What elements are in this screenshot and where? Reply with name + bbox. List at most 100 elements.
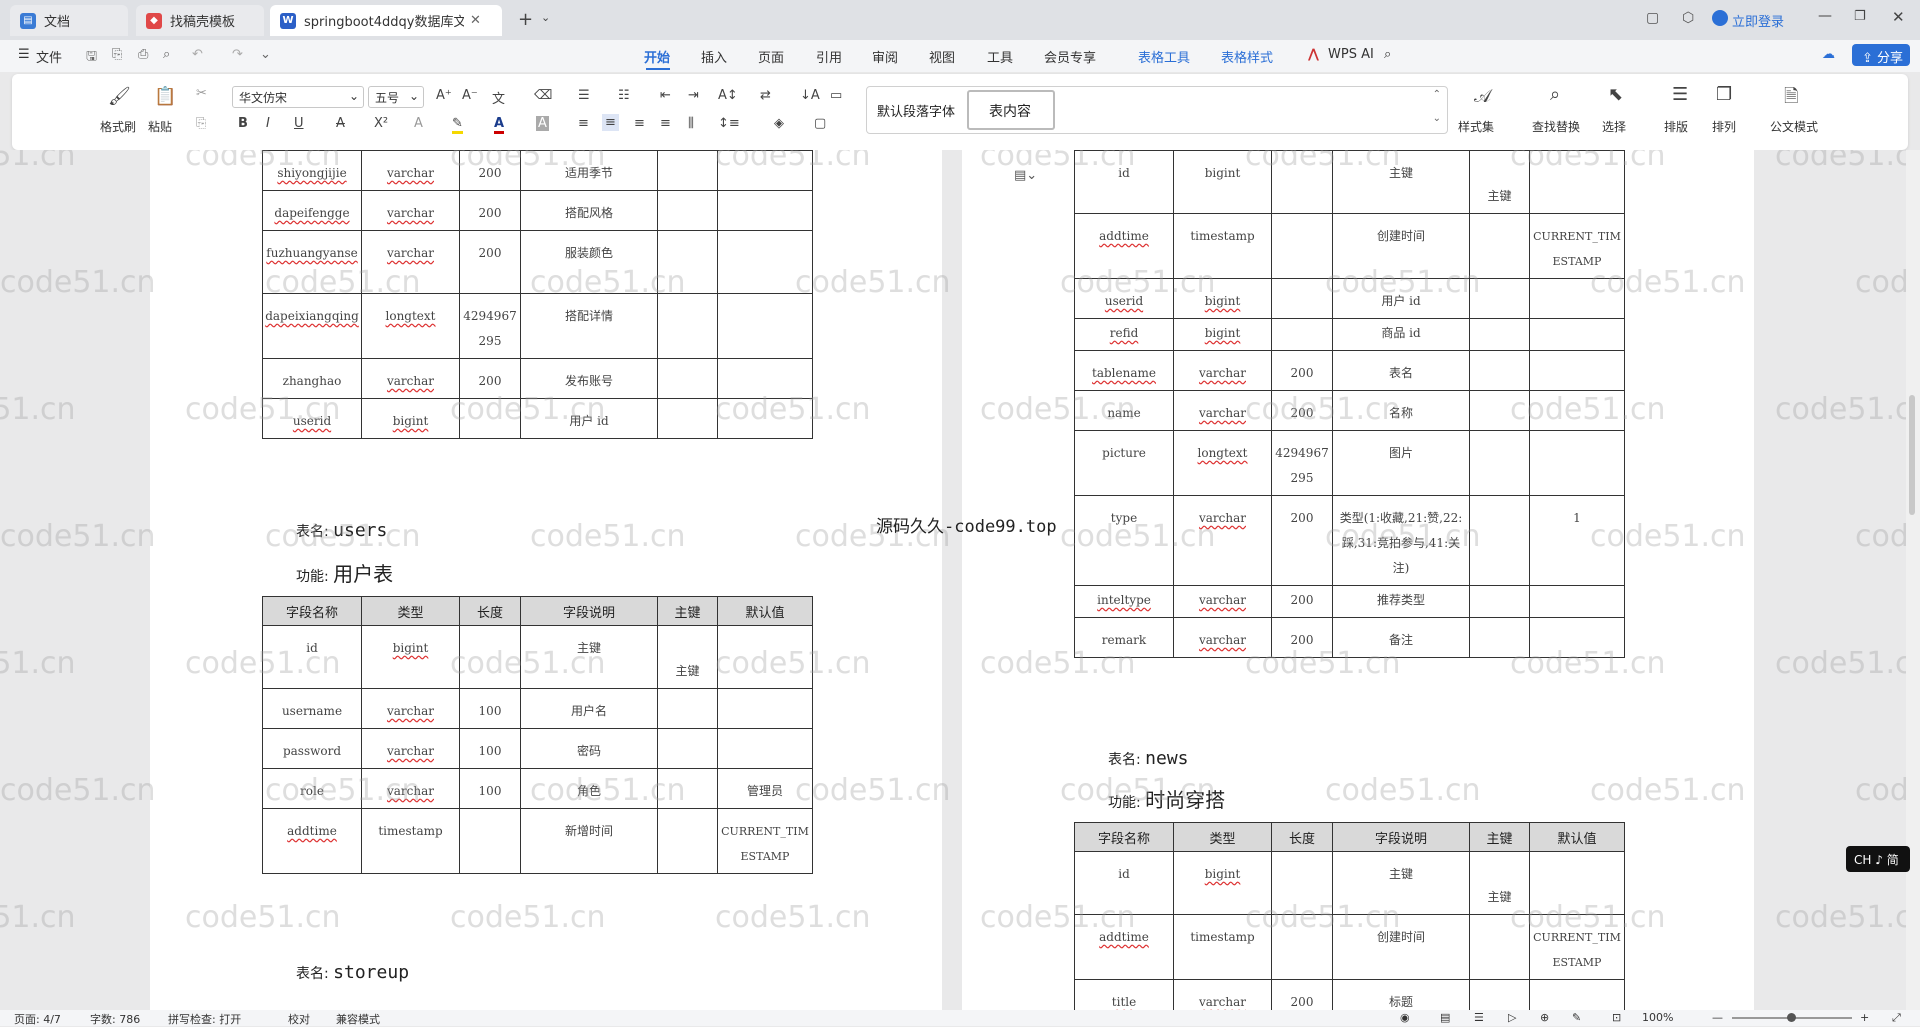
- zoom-slider-handle[interactable]: [1787, 1013, 1796, 1022]
- cell[interactable]: [1529, 318, 1625, 351]
- zoom-level[interactable]: 100%: [1642, 1011, 1673, 1024]
- cell[interactable]: addtime: [1074, 213, 1174, 279]
- find-replace-button[interactable]: 查找替换: [1532, 118, 1580, 135]
- cell[interactable]: [1529, 350, 1625, 391]
- avatar[interactable]: [1712, 10, 1728, 26]
- cell[interactable]: [1469, 585, 1530, 618]
- cell[interactable]: 密码: [520, 728, 658, 769]
- cell[interactable]: 200: [1271, 617, 1333, 658]
- align-center-icon[interactable]: ≡: [602, 114, 619, 131]
- new-tab-icon[interactable]: +: [518, 9, 533, 30]
- cell[interactable]: CURRENT_TIMESTAMP: [1529, 213, 1625, 279]
- expand-icon[interactable]: ⌄: [1433, 113, 1441, 124]
- cut-icon[interactable]: ✂: [196, 86, 207, 101]
- cell[interactable]: [657, 293, 718, 359]
- pen-icon[interactable]: ✎: [1572, 1011, 1581, 1024]
- cell[interactable]: [657, 808, 718, 874]
- cell[interactable]: 主键: [657, 625, 718, 689]
- print-preview-icon[interactable]: ⌕: [163, 47, 170, 62]
- cell[interactable]: dapeixiangqing: [262, 293, 362, 359]
- layout-button[interactable]: 排版: [1664, 118, 1688, 135]
- cell[interactable]: [1469, 430, 1530, 496]
- tab-active-document[interactable]: W springboot4ddqy数据库文 ✕: [270, 5, 502, 36]
- scroll-up-icon[interactable]: ⌃: [1433, 89, 1441, 100]
- cell[interactable]: bigint: [361, 625, 460, 689]
- cell[interactable]: id: [1074, 150, 1174, 214]
- cell[interactable]: varchar: [361, 230, 460, 294]
- tab-table-tools[interactable]: 表格工具: [1138, 47, 1190, 66]
- cell[interactable]: 200: [1271, 979, 1333, 1010]
- cell[interactable]: varchar: [1173, 350, 1272, 391]
- decrease-font-icon[interactable]: A⁻: [462, 88, 478, 103]
- cell[interactable]: 类型(1:收藏,21:赞,22:踩,31:竞拍参与,41:关注): [1332, 495, 1470, 586]
- superscript-icon[interactable]: X²: [374, 116, 388, 131]
- chevron-down-icon[interactable]: ⌄: [541, 11, 550, 24]
- cell[interactable]: 主键: [520, 625, 658, 689]
- cell[interactable]: [1469, 390, 1530, 431]
- style-gallery[interactable]: 默认段落字体 表内容 ⌃ ⌄: [866, 86, 1448, 134]
- cell[interactable]: [717, 293, 813, 359]
- official-doc-icon[interactable]: 🗎: [1784, 84, 1798, 114]
- cell[interactable]: password: [262, 728, 362, 769]
- show-marks-icon[interactable]: ▭: [830, 88, 842, 103]
- char-shading-icon[interactable]: A: [536, 116, 549, 131]
- italic-icon[interactable]: I: [266, 116, 270, 131]
- cell[interactable]: [1529, 851, 1625, 915]
- sort-icon[interactable]: ↓A: [800, 88, 820, 103]
- cell[interactable]: 创建时间: [1332, 914, 1470, 980]
- cell[interactable]: bigint: [1173, 278, 1272, 319]
- tab-home[interactable]: 开始: [644, 47, 670, 66]
- cell[interactable]: bigint: [361, 398, 460, 439]
- cell[interactable]: [459, 808, 521, 874]
- cell[interactable]: [717, 398, 813, 439]
- cell[interactable]: 4294967295: [1271, 430, 1333, 496]
- text-direction-icon[interactable]: A↕: [718, 88, 738, 103]
- cell[interactable]: addtime: [262, 808, 362, 874]
- justify-icon[interactable]: ≡: [660, 116, 671, 131]
- cell[interactable]: 用户名: [520, 688, 658, 729]
- cube-icon[interactable]: ⬡: [1682, 10, 1694, 26]
- cell[interactable]: [657, 358, 718, 399]
- cell[interactable]: [1469, 495, 1530, 586]
- cell[interactable]: varchar: [361, 358, 460, 399]
- cell[interactable]: varchar: [1173, 390, 1272, 431]
- vertical-scrollbar[interactable]: [1906, 150, 1920, 1010]
- tab-tools[interactable]: 工具: [987, 47, 1013, 66]
- cell[interactable]: 200: [459, 358, 521, 399]
- line-spacing-icon[interactable]: ↕≡: [718, 116, 740, 131]
- hamburger-icon[interactable]: ☰: [18, 47, 30, 62]
- cell[interactable]: varchar: [1173, 617, 1272, 658]
- tab-template[interactable]: ◆ 找稿壳模板: [136, 5, 264, 36]
- select-cursor-icon[interactable]: ⬉: [1608, 84, 1623, 105]
- cell[interactable]: timestamp: [361, 808, 460, 874]
- restore-icon[interactable]: ❐: [1854, 9, 1866, 24]
- highlight-icon[interactable]: ✎: [452, 116, 463, 134]
- cell[interactable]: [1469, 617, 1530, 658]
- cell[interactable]: 200: [459, 190, 521, 231]
- export-icon[interactable]: ⎘: [112, 47, 122, 62]
- cell[interactable]: inteltype: [1074, 585, 1174, 618]
- cell[interactable]: 搭配风格: [520, 190, 658, 231]
- cell[interactable]: [717, 688, 813, 729]
- cell[interactable]: [657, 768, 718, 809]
- phonetic-icon[interactable]: 文: [492, 88, 505, 107]
- style-table-content[interactable]: 表内容: [967, 90, 1055, 130]
- ime-indicator[interactable]: CH ♪ 简: [1846, 846, 1910, 872]
- cell[interactable]: [1529, 979, 1625, 1010]
- cell[interactable]: 新增时间: [520, 808, 658, 874]
- cell[interactable]: [1469, 914, 1530, 980]
- cell[interactable]: [657, 230, 718, 294]
- cell[interactable]: id: [262, 625, 362, 689]
- font-size-select[interactable]: 五号 ⌄: [368, 86, 424, 108]
- cell[interactable]: [1529, 150, 1625, 214]
- cell[interactable]: [1469, 979, 1530, 1010]
- zoom-out-icon[interactable]: —: [1712, 1011, 1723, 1024]
- bullet-list-icon[interactable]: ☰: [578, 88, 590, 103]
- close-icon[interactable]: ✕: [470, 13, 481, 28]
- expand-icon[interactable]: ⤢: [1892, 1011, 1901, 1025]
- page-view-icon[interactable]: ▤: [1440, 1011, 1450, 1024]
- cell[interactable]: dapeifengge: [262, 190, 362, 231]
- cell[interactable]: 主键: [1469, 150, 1530, 214]
- cell[interactable]: [657, 150, 718, 191]
- cell[interactable]: [1271, 278, 1333, 319]
